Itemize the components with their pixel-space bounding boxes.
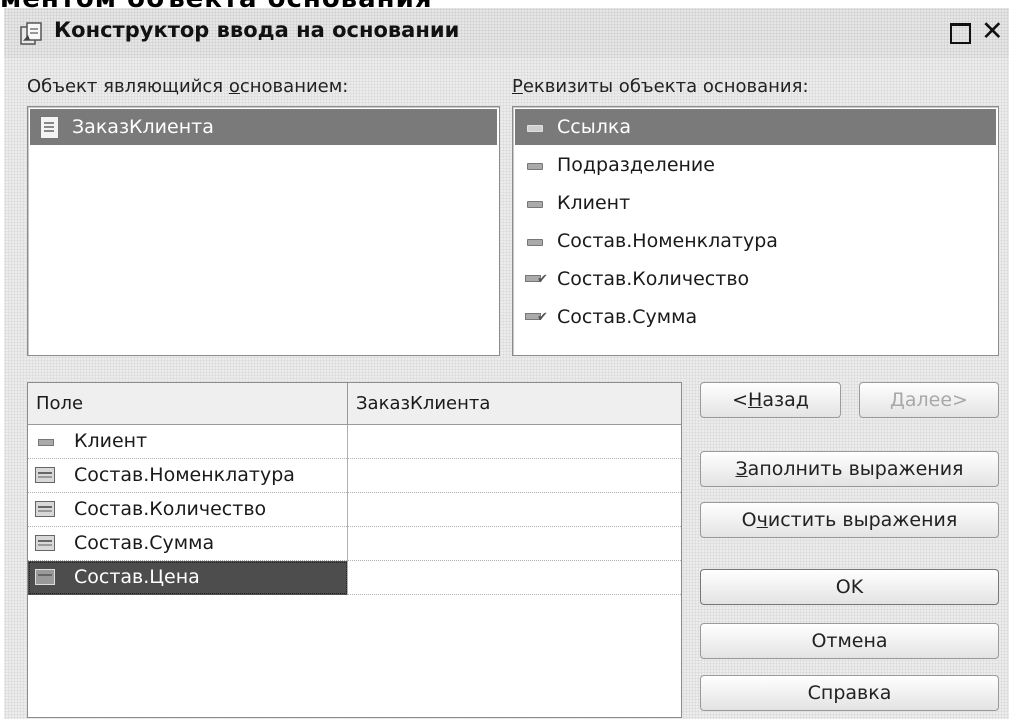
cancel-button[interactable]: Отмена: [700, 623, 999, 659]
next-button-accel: Д: [890, 389, 905, 411]
attribute-icon: [527, 163, 543, 170]
dialog-title: Конструктор ввода на основании: [54, 18, 460, 42]
fill-button-label: аполнить выражения: [747, 458, 964, 480]
back-button-accel: Н: [748, 389, 763, 411]
attribute-item-label: Состав.Номенклатура: [557, 230, 778, 252]
attributes-label-accel: Р: [512, 76, 523, 97]
attribute-item[interactable]: ✔ Состав.Количество: [515, 261, 996, 297]
list-item-label: ЗаказКлиента: [72, 116, 214, 138]
close-button[interactable]: ✕: [981, 18, 1005, 45]
field-cell[interactable]: Состав.Количество: [28, 493, 348, 527]
maximize-icon: [950, 23, 971, 44]
attribute-item-label: Ссылка: [557, 116, 631, 138]
attribute-icon: [527, 201, 543, 208]
field-name: Клиент: [74, 430, 148, 452]
attribute-icon: [527, 125, 543, 132]
attribute-icon: [527, 239, 543, 246]
base-object-label-part: Объект являющийся: [27, 76, 229, 97]
expression-cell[interactable]: [348, 459, 681, 493]
ok-button[interactable]: OK: [700, 569, 999, 605]
table-row[interactable]: Состав.Сумма: [28, 527, 681, 561]
attribute-icon: [38, 439, 54, 446]
table-icon: [35, 535, 55, 551]
attribute-item-label: Клиент: [557, 192, 631, 214]
fill-expressions-button[interactable]: Заполнить выражения: [700, 451, 999, 487]
attributes-label-part: еквизиты объекта основания:: [522, 76, 809, 97]
clear-button-label: О: [741, 509, 757, 531]
table-row[interactable]: Состав.Номенклатура: [28, 459, 681, 493]
fill-button-accel: З: [735, 458, 748, 480]
column-header-field[interactable]: Поле: [28, 383, 348, 425]
close-icon: ✕: [981, 16, 1004, 47]
attribute-item[interactable]: Клиент: [515, 185, 996, 221]
field-cell[interactable]: Клиент: [28, 425, 348, 459]
title-bar: Конструктор ввода на основании ✕: [4, 8, 1009, 58]
attribute-item[interactable]: Подразделение: [515, 147, 996, 183]
field-name: Состав.Номенклатура: [74, 464, 295, 486]
table-icon: [35, 467, 55, 483]
clear-expressions-button[interactable]: Очистить выражения: [700, 502, 999, 538]
attributes-list[interactable]: Ссылка Подразделение Клиент Состав.Номен…: [512, 106, 999, 356]
attribute-item-label: Состав.Сумма: [557, 306, 698, 328]
clear-button-label: истить выражения: [767, 509, 958, 531]
expression-cell[interactable]: [348, 527, 681, 561]
table-icon: [35, 501, 55, 517]
base-object-label-part: снованием:: [239, 76, 349, 97]
table-row[interactable]: Клиент: [28, 425, 681, 459]
maximize-button[interactable]: [948, 20, 972, 44]
next-button[interactable]: Далее>: [859, 382, 999, 418]
back-button-label: <: [732, 389, 749, 411]
base-object-label-accel: о: [228, 76, 240, 97]
field-name: Состав.Цена: [74, 566, 200, 588]
attribute-item-label: Подразделение: [557, 154, 715, 176]
attributes-label: Реквизиты объекта основания:: [512, 76, 809, 97]
help-button[interactable]: Справка: [700, 675, 999, 711]
expression-cell[interactable]: [348, 493, 681, 527]
constructor-wizard-icon: [20, 22, 42, 45]
base-object-label: Объект являющийся основанием:: [27, 76, 348, 97]
next-button-label: алее>: [904, 389, 968, 411]
constructor-dialog: Конструктор ввода на основании ✕ Объект …: [4, 8, 1009, 719]
attribute-item-label: Состав.Количество: [557, 268, 750, 290]
attribute-item[interactable]: Состав.Номенклатура: [515, 223, 996, 259]
table-row[interactable]: Состав.Количество: [28, 493, 681, 527]
back-button[interactable]: <Назад: [700, 382, 841, 418]
attribute-item[interactable]: Ссылка: [515, 109, 996, 145]
field-cell[interactable]: Состав.Номенклатура: [28, 459, 348, 493]
document-icon: [40, 116, 59, 139]
list-item-zakazklienta[interactable]: ЗаказКлиента: [30, 109, 497, 145]
clear-button-accel: ч: [756, 509, 768, 531]
field-name: Состав.Сумма: [74, 532, 215, 554]
table-icon: [35, 569, 55, 585]
field-name: Состав.Количество: [74, 498, 267, 520]
field-cell[interactable]: Состав.Сумма: [28, 527, 348, 561]
base-object-list[interactable]: ЗаказКлиента: [27, 106, 500, 356]
back-button-label: азад: [762, 389, 809, 411]
tabular-attribute-icon: ✔: [537, 272, 548, 287]
attribute-item[interactable]: ✔ Состав.Сумма: [515, 299, 996, 335]
column-header-source[interactable]: ЗаказКлиента: [348, 383, 681, 425]
expression-cell[interactable]: [348, 561, 681, 595]
table-row-selected[interactable]: Состав.Цена: [28, 561, 681, 595]
field-cell[interactable]: Состав.Цена: [28, 561, 348, 595]
field-mapping-table[interactable]: Поле ЗаказКлиента Клиент Состав.Номенкла…: [27, 382, 682, 718]
expression-cell[interactable]: [348, 425, 681, 459]
tabular-attribute-icon: ✔: [537, 310, 548, 325]
